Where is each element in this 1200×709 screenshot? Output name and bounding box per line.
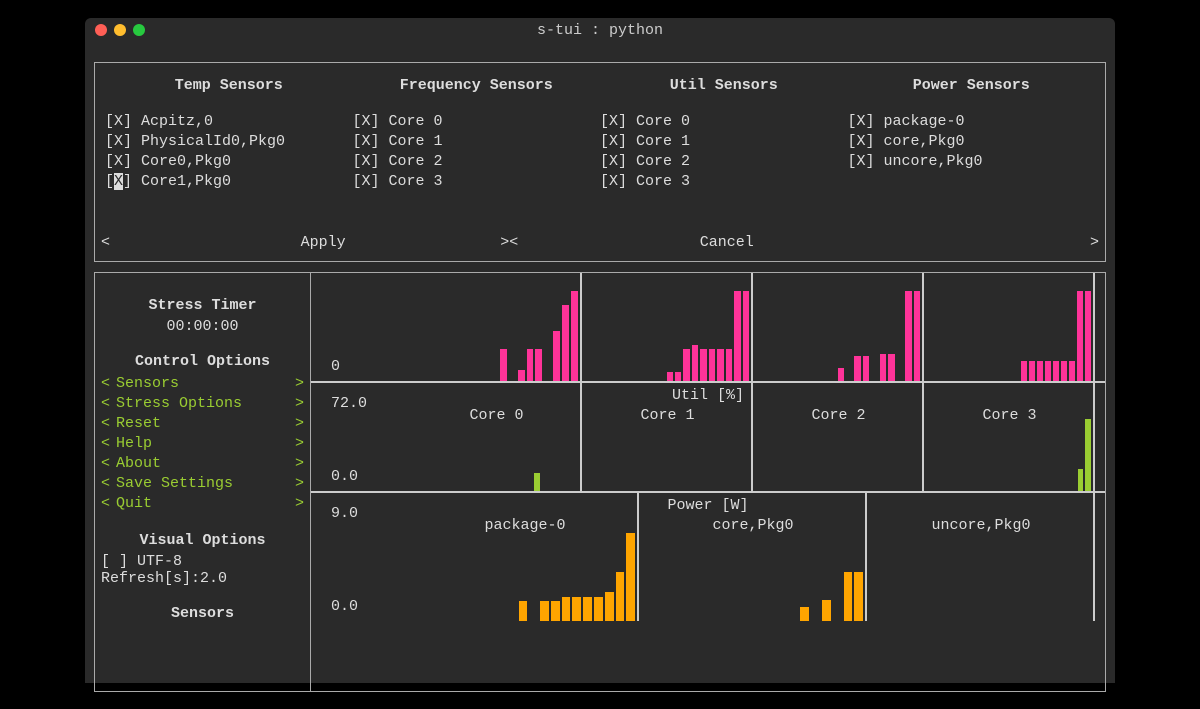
nav-right[interactable]: > (1090, 234, 1099, 251)
sensors-heading: Sensors (101, 605, 304, 622)
utf8-checkbox[interactable]: [ ] UTF-8 (101, 553, 304, 570)
sensor-checkbox[interactable]: [X] Core 0 (353, 112, 601, 132)
sidebar: Stress Timer 00:00:00 Control Options <S… (95, 273, 311, 691)
bar-chart (924, 291, 1091, 381)
sensor-checkbox[interactable]: [X] package-0 (848, 112, 1096, 132)
axis-max: 9.0 (331, 505, 358, 522)
chart-series-label: core,Pkg0 (639, 517, 867, 534)
bar-chart (411, 291, 578, 381)
chart-series-label: Core 0 (411, 407, 582, 424)
bar-chart (867, 533, 1091, 621)
axis-max: 72.0 (331, 395, 367, 412)
bar-chart (753, 419, 920, 491)
sensor-checkbox[interactable]: [X] Core 2 (353, 152, 601, 172)
bar-chart (582, 419, 749, 491)
nav-left[interactable]: < (101, 234, 110, 251)
sensor-checkbox[interactable]: [X] PhysicalId0,Pkg0 (105, 132, 353, 152)
bar-chart (753, 291, 920, 381)
cancel-button[interactable]: Cancel (700, 234, 754, 251)
sensor-group-heading: Util Sensors (600, 77, 848, 94)
chart-series-label: Core 1 (582, 407, 753, 424)
sensor-selector-panel: Temp Sensors [X] Acpitz,0[X] PhysicalId0,… (94, 62, 1106, 262)
visual-options-heading: Visual Options (101, 532, 304, 549)
apply-button[interactable]: Apply (301, 234, 346, 251)
sensor-checkbox[interactable]: [X] Core 1 (353, 132, 601, 152)
sensor-group-heading: Frequency Sensors (353, 77, 601, 94)
menu-item[interactable]: <Quit> (101, 494, 304, 514)
axis-min: 0.0 (331, 598, 358, 615)
sensor-checkbox[interactable]: [X] Core 0 (600, 112, 848, 132)
chart-series-label: package-0 (411, 517, 639, 534)
sensor-checkbox[interactable]: [X] Core1,Pkg0 (105, 172, 353, 192)
bar-chart (639, 533, 863, 621)
sensor-checkbox[interactable]: [X] Core 3 (353, 172, 601, 192)
menu-item[interactable]: <Reset> (101, 414, 304, 434)
menu-item[interactable]: <Stress Options> (101, 394, 304, 414)
sensor-checkbox[interactable]: [X] Core 3 (600, 172, 848, 192)
sensor-checkbox[interactable]: [X] Core 1 (600, 132, 848, 152)
bar-chart (924, 419, 1091, 491)
chart-series-label: uncore,Pkg0 (867, 517, 1095, 534)
bar-chart (411, 533, 635, 621)
axis-min: 0 (331, 358, 340, 375)
sensor-checkbox[interactable]: [X] Core0,Pkg0 (105, 152, 353, 172)
stress-timer-heading: Stress Timer (101, 297, 304, 314)
axis-min: 0.0 (331, 468, 358, 485)
stress-timer-value: 00:00:00 (101, 318, 304, 335)
terminal-window: s-tui : python Temp Sensors[X] Acpitz,0[… (85, 18, 1115, 683)
sensor-group-heading: Temp Sensors (105, 77, 353, 94)
window-title: s-tui : python (85, 22, 1115, 39)
main-panel: Stress Timer 00:00:00 Control Options <S… (94, 272, 1106, 692)
sensor-checkbox[interactable]: [X] uncore,Pkg0 (848, 152, 1096, 172)
menu-item[interactable]: <About> (101, 454, 304, 474)
graph-area: 0Util [%]72.00.0Core 0Core 1Core 2Core 3… (311, 273, 1105, 691)
nav-mid[interactable]: >< (500, 234, 518, 251)
chart-series-label: Core 2 (753, 407, 924, 424)
refresh-value[interactable]: Refresh[s]:2.0 (101, 570, 304, 587)
sensor-group-heading: Power Sensors (848, 77, 1096, 94)
menu-item[interactable]: <Save Settings> (101, 474, 304, 494)
menu-item[interactable]: <Sensors> (101, 374, 304, 394)
bar-chart (411, 419, 578, 491)
sensor-checkbox[interactable]: [X] core,Pkg0 (848, 132, 1096, 152)
chart-series-label: Core 3 (924, 407, 1095, 424)
sensor-checkbox[interactable]: [X] Core 2 (600, 152, 848, 172)
control-options-heading: Control Options (101, 353, 304, 370)
menu-item[interactable]: <Help> (101, 434, 304, 454)
bar-chart (582, 291, 749, 381)
titlebar: s-tui : python (85, 18, 1115, 42)
sensor-checkbox[interactable]: [X] Acpitz,0 (105, 112, 353, 132)
